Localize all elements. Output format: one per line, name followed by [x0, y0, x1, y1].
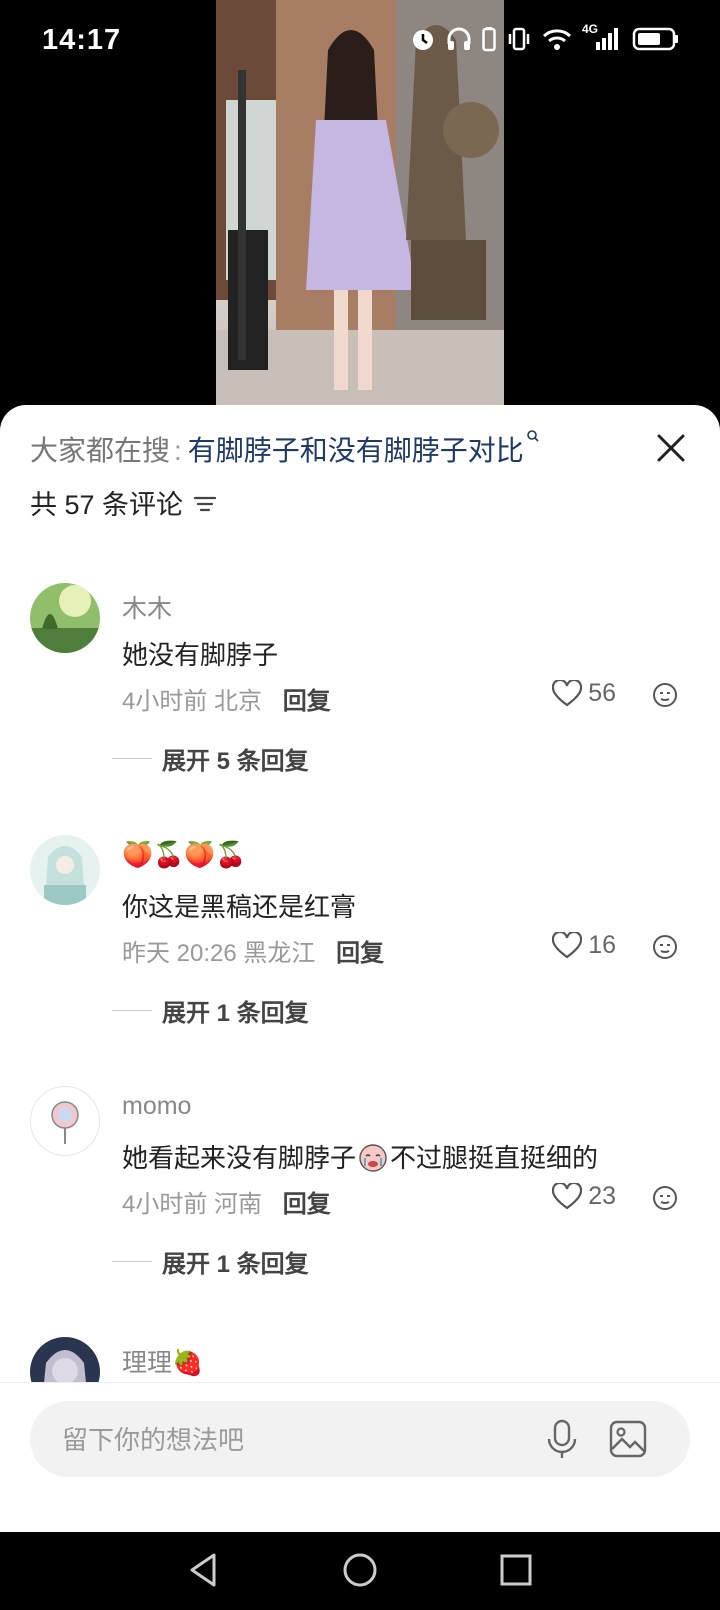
- status-icons: 4G: [410, 22, 680, 52]
- avatar-image: [30, 583, 100, 653]
- comment-meta: 4小时前 河南 回复: [122, 1184, 331, 1219]
- comment-username[interactable]: 🍑🍒🍑🍒: [122, 841, 247, 870]
- expand-replies-label: 展开 1 条回复: [162, 1251, 309, 1278]
- reply-button[interactable]: 回复: [283, 1191, 331, 1218]
- reply-button[interactable]: 回复: [336, 940, 384, 967]
- reaction-emoji-icon[interactable]: [652, 682, 678, 708]
- comment-item: 🍑🍒🍑🍒 你这是黑稿还是红膏 昨天 20:26 黑龙江 回复 16 展开 1 条…: [0, 835, 720, 1075]
- home-icon[interactable]: [340, 1550, 380, 1590]
- search-icon: [527, 430, 539, 442]
- status-time: 14:17: [42, 24, 122, 56]
- avatar-image: [30, 835, 100, 905]
- wifi-icon: [542, 29, 572, 50]
- comment-time: 4小时前: [122, 1191, 208, 1218]
- comment-location: 河南: [214, 1191, 263, 1218]
- expand-replies-button[interactable]: 展开 5 条回复: [112, 741, 309, 776]
- comment-meta: 4小时前 北京 回复: [122, 681, 331, 716]
- trending-search-query[interactable]: 有脚脖子和没有脚脖子对比: [188, 435, 524, 466]
- signal-icon: 4G: [582, 22, 622, 52]
- comment-time: 昨天 20:26: [122, 940, 237, 967]
- comment-username[interactable]: momo: [122, 1092, 191, 1121]
- avatar[interactable]: [30, 583, 100, 653]
- like-count: 56: [588, 679, 616, 707]
- recents-icon[interactable]: [496, 1550, 536, 1590]
- headphones-icon: [447, 27, 471, 50]
- reaction-emoji-icon[interactable]: [652, 934, 678, 960]
- comment-count-row: 共 57 条评论: [30, 483, 217, 522]
- like-count: 23: [588, 1182, 616, 1210]
- divider: [112, 758, 152, 759]
- crying-emoji-icon: [359, 1144, 387, 1172]
- comment-time: 4小时前: [122, 688, 208, 715]
- comment-count: 共 57 条评论: [30, 490, 184, 520]
- like-button[interactable]: 16: [552, 931, 616, 960]
- avatar[interactable]: [30, 835, 100, 905]
- expand-replies-label: 展开 1 条回复: [162, 1000, 309, 1027]
- divider: [112, 1261, 152, 1262]
- comment-input-container: [30, 1401, 690, 1479]
- trending-search-separator: :: [174, 435, 182, 466]
- comment-text[interactable]: 她没有脚脖子: [122, 635, 278, 672]
- battery-saver-icon: [482, 27, 496, 52]
- comment-input-bar: [0, 1382, 720, 1533]
- heart-icon: [552, 679, 583, 706]
- like-button[interactable]: 23: [552, 1182, 616, 1211]
- trending-search-label: 大家都在搜: [30, 435, 171, 466]
- comment-item: 木木 她没有脚脖子 4小时前 北京 回复 56 展开 5 条回复: [0, 583, 720, 823]
- alarm-icon: [413, 30, 433, 50]
- back-icon[interactable]: [184, 1550, 224, 1590]
- expand-replies-label: 展开 5 条回复: [162, 748, 309, 775]
- expand-replies-button[interactable]: 展开 1 条回复: [112, 1244, 309, 1279]
- comment-location: 黑龙江: [243, 940, 316, 967]
- image-icon[interactable]: [608, 1419, 648, 1459]
- comment-username[interactable]: 理理🍓: [122, 1343, 203, 1379]
- like-button[interactable]: 56: [552, 679, 616, 708]
- system-nav-bar: [0, 1532, 720, 1610]
- expand-replies-button[interactable]: 展开 1 条回复: [112, 993, 309, 1028]
- comment-text-part: 不过腿挺直挺细的: [390, 1143, 599, 1173]
- network-type: 4G: [582, 22, 599, 36]
- microphone-icon[interactable]: [544, 1419, 580, 1459]
- reply-button[interactable]: 回复: [283, 688, 331, 715]
- heart-icon: [552, 1182, 583, 1209]
- comment-username[interactable]: 木木: [122, 589, 172, 625]
- sort-filter-icon[interactable]: [193, 492, 217, 514]
- status-bar: 14:17 4G: [0, 0, 720, 84]
- battery-icon: [632, 27, 678, 51]
- vibrate-icon: [508, 27, 530, 51]
- avatar-image: [31, 1087, 99, 1155]
- comments-sheet: 大家都在搜: 有脚脖子和没有脚脖子对比 共 57 条评论 木木 她没有脚脖子 4小…: [0, 405, 720, 1532]
- trending-search[interactable]: 大家都在搜: 有脚脖子和没有脚脖子对比: [30, 429, 540, 469]
- comment-location: 北京: [214, 688, 263, 715]
- comment-item: momo 她看起来没有脚脖子 不过腿挺直挺细的 4小时前 河南 回复 23 展开 …: [0, 1086, 720, 1326]
- avatar[interactable]: [30, 1086, 100, 1156]
- comment-text-part: 她看起来没有脚脖子: [122, 1143, 357, 1173]
- comment-text[interactable]: 你这是黑稿还是红膏: [122, 887, 356, 924]
- heart-icon: [552, 931, 583, 958]
- close-icon[interactable]: [654, 431, 688, 465]
- comment-text[interactable]: 她看起来没有脚脖子 不过腿挺直挺细的: [122, 1138, 598, 1175]
- comment-input[interactable]: [60, 1401, 504, 1479]
- like-count: 16: [588, 931, 616, 959]
- divider: [112, 1010, 152, 1011]
- comment-meta: 昨天 20:26 黑龙江 回复: [122, 933, 384, 968]
- reaction-emoji-icon[interactable]: [652, 1185, 678, 1211]
